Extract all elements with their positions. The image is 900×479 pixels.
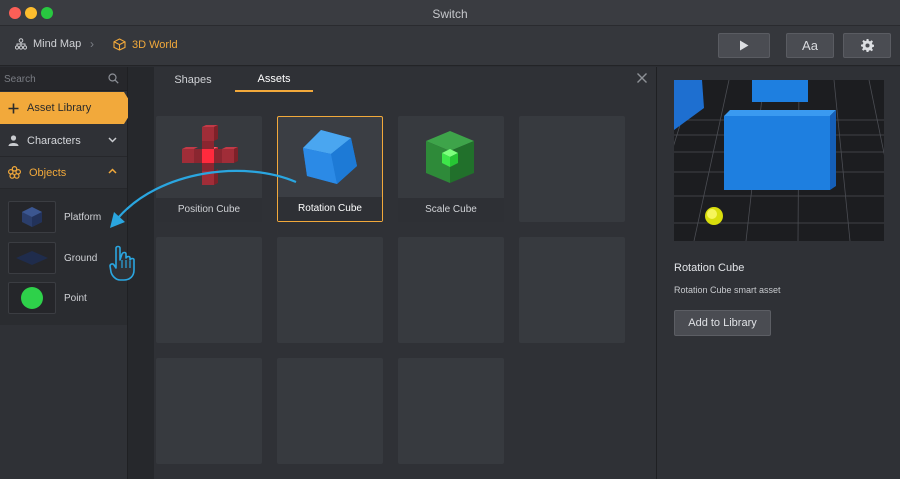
chevron-right-icon: › xyxy=(90,37,94,51)
sidebar-item-label: Objects xyxy=(29,166,67,179)
position-cube-preview xyxy=(156,116,260,196)
search-input[interactable] xyxy=(4,71,104,87)
tab-assets[interactable]: Assets xyxy=(235,67,313,92)
chevron-down-icon[interactable] xyxy=(108,135,117,144)
object-item-label: Platform xyxy=(64,211,102,223)
object-item-ground[interactable]: Ground xyxy=(8,242,97,274)
add-to-library-button[interactable]: Add to Library xyxy=(674,310,771,336)
asset-detail-panel: Rotation Cube Rotation Cube smart asset … xyxy=(656,67,900,479)
flower-icon xyxy=(8,166,21,179)
platform-thumbnail xyxy=(8,201,56,233)
scene-preview[interactable] xyxy=(674,80,884,241)
sidebar-item-objects[interactable]: Objects xyxy=(0,157,127,189)
cube-icon xyxy=(113,38,126,51)
objects-list: Platform Ground Point xyxy=(0,189,127,325)
person-icon xyxy=(8,135,19,146)
asset-tile-label: Position Cube xyxy=(156,198,262,222)
close-icon[interactable] xyxy=(636,72,648,84)
platform-cube-icon xyxy=(22,207,42,227)
search-bar xyxy=(0,67,127,91)
asset-tile-empty xyxy=(277,358,383,464)
ground-plane-icon xyxy=(16,251,48,265)
asset-browser: Shapes Assets Position Cube Rotation Cub… xyxy=(128,67,658,479)
play-icon xyxy=(740,40,749,51)
tab-bar: Shapes Assets xyxy=(154,67,658,92)
gear-icon xyxy=(860,39,874,52)
rotation-cube-icon xyxy=(303,130,357,184)
rotation-cube-preview xyxy=(278,117,382,197)
object-item-point[interactable]: Point xyxy=(8,282,87,314)
asset-tile-empty xyxy=(398,358,504,464)
asset-tile-empty xyxy=(519,116,625,222)
font-button[interactable]: Aa xyxy=(786,33,834,58)
sidebar-item-asset-library[interactable]: Asset Library xyxy=(0,92,134,124)
asset-tile-empty xyxy=(398,237,504,343)
plus-icon xyxy=(8,103,19,113)
chevron-up-icon[interactable] xyxy=(108,167,117,176)
breadcrumb-mind-map[interactable]: Mind Map xyxy=(15,38,81,50)
tab-shapes[interactable]: Shapes xyxy=(154,67,232,92)
settings-button[interactable] xyxy=(843,33,891,58)
window-title: Switch xyxy=(432,7,468,21)
asset-tile-empty xyxy=(156,358,262,464)
font-label: Aa xyxy=(802,38,818,53)
object-item-label: Ground xyxy=(64,252,98,264)
sidebar-item-characters[interactable]: Characters xyxy=(0,125,127,157)
sidebar-item-label: Asset Library xyxy=(27,102,92,114)
asset-description: Rotation Cube smart asset xyxy=(674,285,781,295)
asset-tile-position-cube[interactable]: Position Cube xyxy=(156,116,262,222)
point-sphere-icon xyxy=(21,287,43,309)
point-thumbnail xyxy=(8,282,56,314)
scale-cube-preview xyxy=(398,116,502,196)
title-bar: Switch xyxy=(0,0,900,26)
asset-tile-label: Scale Cube xyxy=(398,198,504,222)
object-item-label: Point xyxy=(64,292,87,304)
breadcrumb-label: Mind Map xyxy=(33,38,82,50)
search-icon[interactable] xyxy=(108,73,119,84)
asset-title: Rotation Cube xyxy=(674,262,745,274)
scale-cube-icon xyxy=(426,131,474,183)
asset-tile-empty xyxy=(277,237,383,343)
object-item-platform[interactable]: Platform xyxy=(8,201,101,233)
breadcrumb-3d-world[interactable]: 3D World xyxy=(113,38,178,51)
asset-grid: Position Cube Rotation Cube Scale Cube xyxy=(154,92,658,479)
asset-tile-scale-cube[interactable]: Scale Cube xyxy=(398,116,504,222)
breadcrumb-label: 3D World xyxy=(132,38,178,51)
play-button[interactable] xyxy=(718,33,770,58)
asset-tile-rotation-cube[interactable]: Rotation Cube xyxy=(277,116,383,222)
position-cube-icon xyxy=(182,125,238,185)
ground-thumbnail xyxy=(8,242,56,274)
toolbar: Mind Map › 3D World Aa xyxy=(0,26,900,66)
scene-preview-render xyxy=(674,80,884,241)
mind-map-icon xyxy=(15,38,27,50)
sidebar-item-label: Characters xyxy=(27,134,81,147)
asset-tile-empty xyxy=(519,237,625,343)
asset-tile-empty xyxy=(156,237,262,343)
asset-tile-label: Rotation Cube xyxy=(278,197,382,221)
sidebar: Asset Library Characters Objects xyxy=(0,67,134,479)
